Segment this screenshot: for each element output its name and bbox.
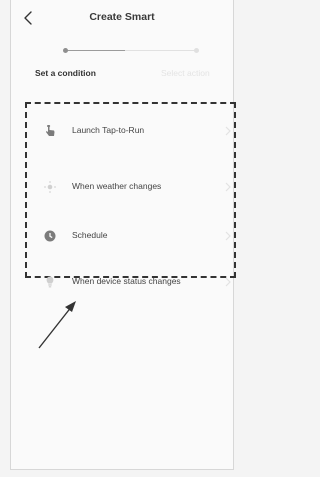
chevron-right-icon <box>225 126 231 136</box>
chevron-right-icon <box>225 231 231 241</box>
option-weather-changes[interactable]: When weather changes <box>39 175 233 199</box>
page-title: Create Smart <box>89 11 155 23</box>
progress-end-dot <box>194 48 199 53</box>
pointer-arrow-icon <box>38 301 76 349</box>
chevron-right-icon <box>225 182 231 192</box>
tap-icon <box>46 125 55 136</box>
step-label-condition: Set a condition <box>35 68 96 78</box>
option-label: When device status changes <box>72 276 181 286</box>
chevron-right-icon <box>225 277 231 287</box>
step-label-action: Select action <box>161 68 210 78</box>
condition-options-highlight: Launch Tap-to-Run When weather changes S… <box>25 102 236 288</box>
option-schedule[interactable]: Schedule <box>39 224 233 248</box>
option-label: Schedule <box>72 230 108 240</box>
option-launch-tap-to-run[interactable]: Launch Tap-to-Run <box>39 119 233 143</box>
weather-icon <box>44 181 56 193</box>
phone-screen: Create Smart Set a condition Select acti… <box>10 0 236 470</box>
clock-icon <box>44 230 56 242</box>
option-device-status-changes[interactable]: When device status changes <box>39 270 233 294</box>
step-progress-bar <box>63 48 199 54</box>
option-label: When weather changes <box>72 181 162 191</box>
progress-fill <box>67 50 125 51</box>
option-label: Launch Tap-to-Run <box>72 125 145 135</box>
progress-start-dot <box>63 48 68 53</box>
header-bar: Create Smart <box>11 0 233 36</box>
device-icon <box>46 276 54 288</box>
